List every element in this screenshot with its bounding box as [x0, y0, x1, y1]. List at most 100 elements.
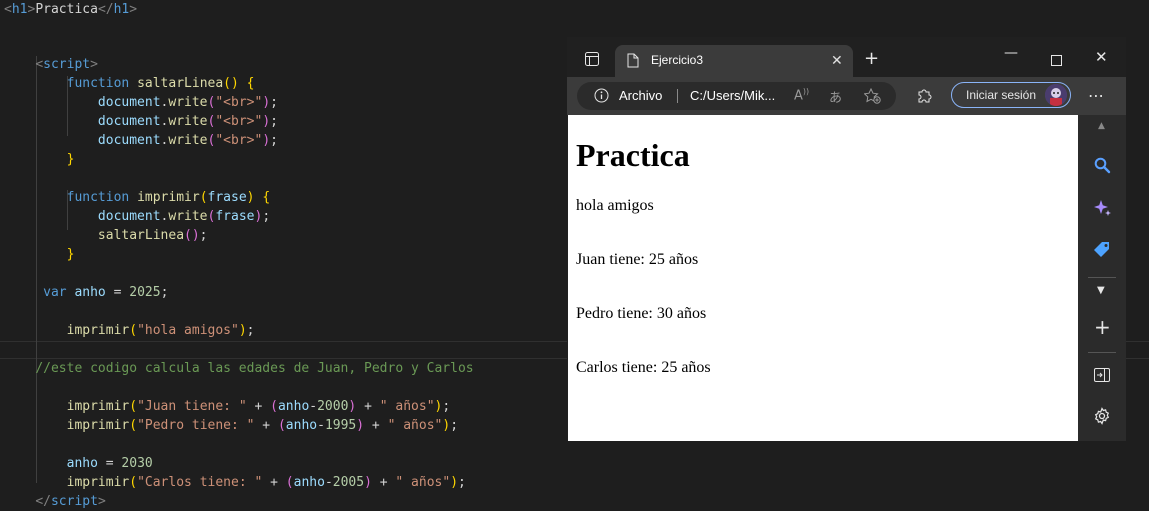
sign-in-button[interactable]: Iniciar sesión: [951, 82, 1071, 108]
code-line[interactable]: imprimir("Juan tiene: " + (anho-2000) + …: [4, 397, 451, 416]
copilot-icon[interactable]: [1093, 199, 1112, 222]
chevron-down-icon[interactable]: ▼: [1097, 285, 1105, 296]
address-scheme-label: Archivo: [619, 88, 663, 103]
code-token: (: [270, 399, 278, 414]
search-icon[interactable]: [1094, 157, 1111, 178]
code-token: document: [97, 95, 161, 110]
extensions-icon[interactable]: [916, 88, 932, 108]
sign-in-label: Iniciar sesión: [966, 88, 1037, 102]
tab-ejercicio3[interactable]: Ejercicio3 ✕: [615, 45, 853, 77]
code-line[interactable]: <h1>Practica</h1>: [4, 0, 137, 19]
toolbar: Archivo C:/Users/Mik... A)) あ Iniciar se…: [567, 77, 1126, 115]
code-token: imprimir: [66, 399, 130, 414]
code-line[interactable]: <script>: [4, 55, 98, 74]
code-line[interactable]: saltarLinea();: [4, 226, 208, 245]
edge-sidebar: ▲ ▼ +: [1078, 115, 1126, 441]
code-token: saltarLinea: [137, 76, 224, 91]
code-line[interactable]: function imprimir(frase) {: [4, 188, 271, 207]
address-bar[interactable]: Archivo C:/Users/Mik... A)) あ: [577, 82, 896, 110]
favorite-add-icon[interactable]: [863, 87, 881, 108]
code-line[interactable]: document.write("<br>");: [4, 112, 278, 131]
code-line[interactable]: }: [4, 245, 75, 264]
title-bar: Ejercicio3 ✕ + — ✕: [567, 37, 1126, 77]
code-token: =: [105, 285, 130, 300]
code-token: ;: [160, 285, 169, 300]
page-icon: [627, 53, 639, 72]
code-token: >: [90, 57, 98, 72]
code-line[interactable]: imprimir("hola amigos");: [4, 321, 255, 340]
code-line[interactable]: document.write(frase);: [4, 207, 270, 226]
translate-icon[interactable]: あ: [829, 87, 842, 106]
code-token: (: [129, 475, 138, 490]
code-token: <: [4, 2, 12, 17]
output-line: Pedro tiene: 30 años: [576, 305, 707, 322]
code-line[interactable]: //este codigo calcula las edades de Juan…: [4, 359, 473, 378]
read-aloud-icon[interactable]: A)): [794, 87, 809, 103]
code-line[interactable]: document.write("<br>");: [4, 131, 278, 150]
code-token: frase: [207, 190, 247, 205]
code-token: imprimir: [66, 475, 130, 490]
sidebar-toggle-icon[interactable]: [585, 51, 599, 70]
output-line: Juan tiene: 25 años: [576, 251, 699, 268]
code-token: +: [246, 399, 271, 414]
code-line[interactable]: var anho = 2025;: [4, 283, 168, 302]
maximize-icon[interactable]: [1051, 51, 1062, 70]
code-token: ): [262, 114, 271, 129]
code-token: imprimir: [137, 190, 200, 205]
code-token: h1: [113, 2, 130, 17]
code-token: ;: [270, 95, 278, 110]
window-close-icon[interactable]: ✕: [1095, 48, 1108, 66]
code-token: ;: [450, 418, 459, 433]
code-token: (: [277, 418, 286, 433]
code-token: imprimir: [66, 418, 130, 433]
code-token: 1995: [324, 418, 357, 433]
code-line[interactable]: </script>: [4, 492, 105, 511]
scroll-up-icon[interactable]: ▲: [1098, 121, 1105, 131]
output-line: hola amigos: [576, 197, 654, 214]
code-token: ): [442, 418, 451, 433]
code-token: =: [97, 456, 122, 471]
code-token: }: [66, 247, 75, 262]
sidebar-divider: [1088, 352, 1116, 353]
close-icon[interactable]: ✕: [831, 52, 843, 69]
code-token: 2000: [317, 399, 349, 414]
add-icon[interactable]: +: [1094, 315, 1111, 339]
code-line[interactable]: }: [4, 150, 75, 169]
address-url[interactable]: C:/Users/Mik...: [690, 88, 775, 103]
code-token: ): [450, 475, 459, 490]
code-line[interactable]: function saltarLinea() {: [4, 74, 255, 93]
code-line[interactable]: imprimir("Carlos tiene: " + (anho-2005) …: [4, 473, 466, 492]
code-token: anho: [74, 285, 106, 300]
code-token: anho: [277, 399, 310, 414]
code-token: anho: [66, 456, 98, 471]
code-token: "Carlos tiene: ": [137, 475, 263, 490]
minimize-icon[interactable]: —: [1004, 45, 1018, 61]
avatar: [1045, 84, 1067, 106]
settings-icon[interactable]: [1093, 407, 1111, 429]
plus-icon[interactable]: +: [864, 48, 879, 69]
code-token: " años": [395, 475, 451, 490]
shopping-tag-icon[interactable]: [1093, 240, 1112, 263]
code-token: "Juan tiene: ": [137, 399, 247, 414]
code-token: ;: [270, 133, 278, 148]
split-screen-icon[interactable]: [1094, 367, 1110, 386]
code-line[interactable]: document.write("<br>");: [4, 93, 278, 112]
code-line[interactable]: anho = 2030: [4, 454, 153, 473]
code-line[interactable]: imprimir("Pedro tiene: " + (anho-1995) +…: [4, 416, 458, 435]
code-token: "hola amigos": [137, 323, 239, 338]
more-icon[interactable]: ⋯: [1088, 86, 1104, 105]
info-icon[interactable]: [594, 88, 609, 107]
code-token: </: [35, 494, 51, 509]
code-token: function: [66, 190, 130, 205]
code-token: ;: [246, 323, 255, 338]
